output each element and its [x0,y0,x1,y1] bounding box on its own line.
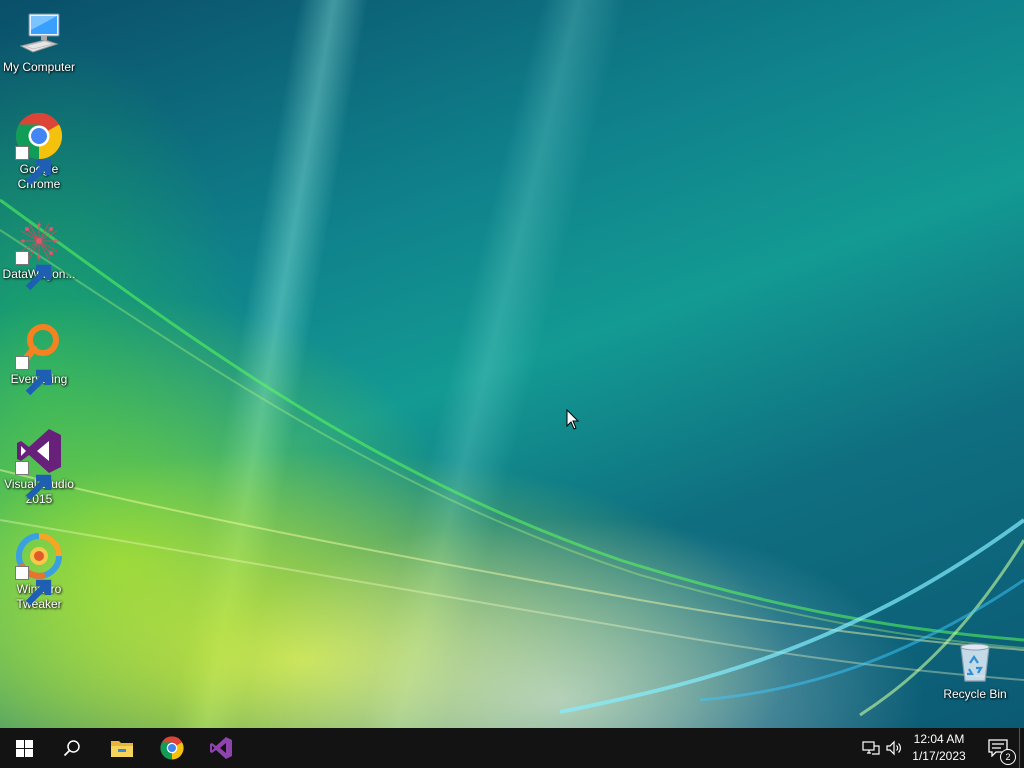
taskbar: 12:04 AM 1/17/2023 2 [0,728,1024,768]
desktop-icon-my-computer[interactable]: My Computer [1,10,77,75]
chrome-icon [160,736,184,760]
everything-search-icon [15,322,63,396]
visual-studio-icon [210,737,232,759]
start-button[interactable] [0,728,48,768]
desktop[interactable]: My Computer Google Chrome DataWagon... E… [0,0,1024,728]
show-desktop-button[interactable] [1019,728,1024,768]
taskbar-clock[interactable]: 12:04 AM 1/17/2023 [905,731,973,765]
recycle-bin-icon [951,637,999,685]
chrome-icon [15,112,63,186]
taskbar-visual-studio[interactable] [197,728,245,768]
network-icon[interactable] [861,738,881,758]
computer-icon [15,10,63,58]
taskbar-file-explorer[interactable] [98,728,146,768]
winaero-tweaker-icon [15,532,63,606]
action-center-button[interactable]: 2 [978,728,1018,768]
desktop-icon-everything[interactable]: Everything [1,322,77,396]
visual-studio-icon [15,427,63,501]
wallpaper-swoosh [0,198,1024,717]
desktop-icon-google-chrome[interactable]: Google Chrome [1,112,77,192]
shortcut-arrow-icon [15,146,52,186]
desktop-icon-winaero-tweaker[interactable]: Winaero Tweaker [1,532,77,612]
shortcut-arrow-icon [15,251,52,291]
clock-date: 1/17/2023 [912,749,966,763]
search-button[interactable] [48,728,96,768]
taskbar-google-chrome[interactable] [148,728,196,768]
datawagon-icon [15,217,63,291]
windows-logo-icon [15,739,33,757]
mouse-cursor-icon [566,409,580,430]
shortcut-arrow-icon [15,356,52,396]
desktop-icon-label: My Computer [2,60,76,74]
desktop-icon-label: Recycle Bin [943,687,1007,701]
volume-icon[interactable] [884,738,904,758]
shortcut-arrow-icon [15,461,52,501]
desktop-icon-datawagon[interactable]: DataWagon... [1,217,77,291]
search-icon [63,740,80,757]
notification-count-badge: 2 [1000,749,1016,765]
desktop-icon-recycle-bin[interactable]: Recycle Bin [937,637,1013,702]
file-explorer-icon [111,741,133,757]
clock-time: 12:04 AM [913,732,965,746]
desktop-icon-visual-studio-2015[interactable]: Visual Studio 2015 [1,427,77,507]
shortcut-arrow-icon [15,566,52,606]
